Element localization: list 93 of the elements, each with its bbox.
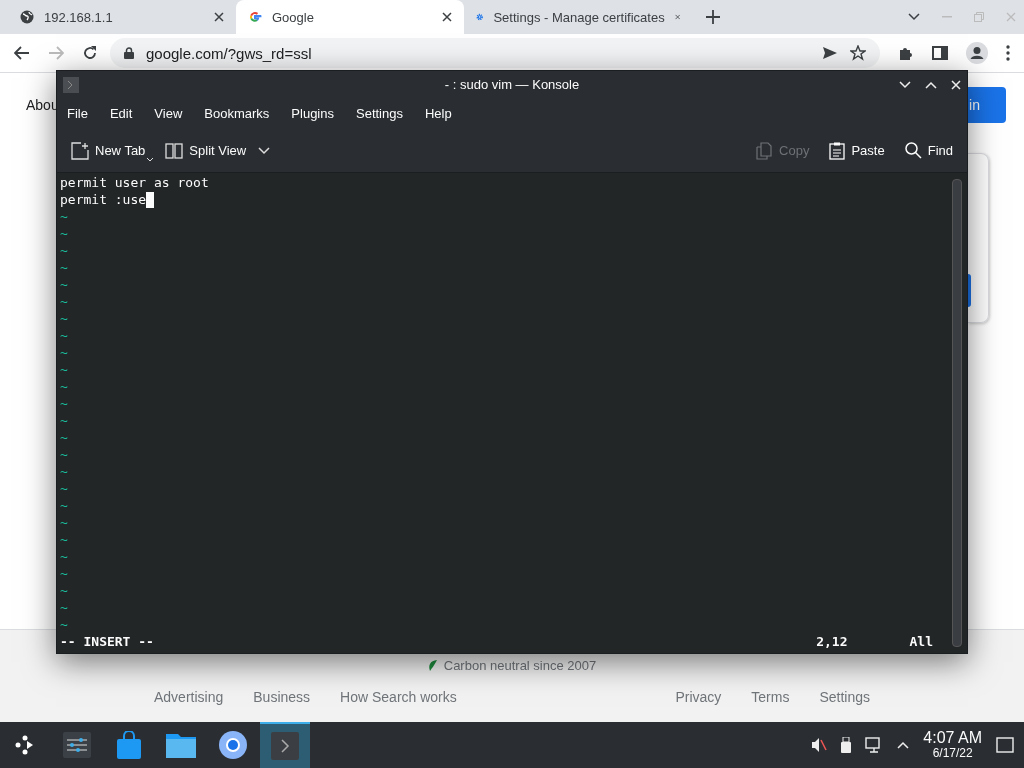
empty-line-tilde: ~	[60, 497, 68, 514]
tab-title: Settings - Manage certificates	[493, 9, 665, 25]
leaf-icon	[427, 659, 438, 672]
more-icon[interactable]	[1006, 45, 1010, 61]
menu-item[interactable]: Plugins	[291, 106, 334, 122]
empty-line-tilde: ~	[60, 412, 68, 429]
reload-icon[interactable]	[82, 45, 98, 61]
google-g-icon	[248, 10, 262, 24]
lock-icon	[124, 47, 134, 59]
empty-line-tilde: ~	[60, 276, 68, 293]
footer-link[interactable]: Privacy	[675, 689, 722, 705]
empty-line-tilde: ~	[60, 395, 68, 412]
sign-in-button[interactable]: in	[968, 87, 1006, 123]
empty-line-tilde: ~	[60, 480, 68, 497]
terminal-icon	[63, 76, 79, 93]
search-icon	[904, 142, 922, 160]
new-tab-button[interactable]: New Tab	[65, 137, 152, 164]
split-view-button[interactable]: Split View	[159, 137, 253, 164]
send-icon[interactable]	[822, 46, 838, 60]
empty-line-tilde: ~	[60, 259, 68, 276]
plus-icon[interactable]	[706, 10, 720, 24]
footer-link[interactable]: Terms	[751, 689, 790, 705]
profile-icon[interactable]	[966, 42, 988, 64]
back-arrow-icon[interactable]	[14, 46, 30, 60]
cursor-position: 2,12	[816, 634, 848, 649]
footer-link[interactable]: How Search works	[340, 689, 457, 705]
empty-line-tilde: ~	[60, 565, 68, 582]
browser-tab[interactable]: Settings - Manage certificates	[464, 0, 692, 34]
empty-line-tilde: ~	[60, 548, 68, 565]
star-icon[interactable]	[850, 45, 866, 61]
empty-line-tilde: ~	[60, 361, 68, 378]
menu-item[interactable]: Edit	[109, 106, 133, 122]
empty-line-tilde: ~	[60, 242, 68, 259]
chevron-up-icon[interactable]	[925, 80, 937, 89]
empty-line-tilde: ~	[60, 208, 68, 225]
carbon-note: Carbon neutral since 2007	[443, 658, 597, 673]
globe-icon	[20, 10, 34, 24]
puzzle-icon[interactable]	[898, 45, 914, 61]
footer-link[interactable]: Business	[253, 689, 311, 705]
sliders-icon	[63, 732, 91, 758]
browser-icon	[218, 730, 248, 760]
side-panel-icon[interactable]	[932, 45, 948, 61]
address-field[interactable]: google.com/?gws_rd=ssl	[110, 38, 880, 68]
empty-line-tilde: ~	[60, 327, 68, 344]
empty-line-tilde: ~	[60, 446, 68, 463]
menu-item[interactable]: File	[67, 106, 88, 122]
empty-line-tilde: ~	[60, 344, 68, 361]
footer-link[interactable]: Advertising	[154, 689, 224, 705]
muted-speaker-icon[interactable]	[811, 737, 828, 753]
empty-line-tilde: ~	[60, 429, 68, 446]
close-icon[interactable]	[214, 12, 224, 22]
shopping-bag-icon	[116, 731, 142, 759]
copy-icon	[755, 141, 774, 160]
window-title: - : sudo vim — Konsole	[444, 77, 580, 93]
empty-line-tilde: ~	[60, 582, 68, 599]
usb-drive-icon[interactable]	[841, 737, 852, 753]
terminal-icon	[271, 732, 299, 760]
empty-line-tilde: ~	[60, 463, 68, 480]
terminal-taskbar-button[interactable]	[260, 722, 310, 768]
footer-link[interactable]: Settings	[819, 689, 870, 705]
scroll-position: All	[909, 634, 933, 649]
chevron-up-icon[interactable]	[897, 741, 910, 749]
menu-item[interactable]: Bookmarks	[204, 106, 270, 122]
empty-line-tilde: ~	[60, 293, 68, 310]
caret-icon	[147, 157, 153, 162]
close-icon[interactable]	[442, 12, 452, 22]
clock[interactable]: 4:07 AM 6/17/22	[923, 730, 982, 760]
scrollbar[interactable]	[952, 179, 962, 647]
chevron-down-icon[interactable]	[908, 13, 920, 21]
terminal-line: permit user as root	[60, 174, 209, 191]
mode-indicator: -- INSERT --	[60, 634, 154, 649]
show-desktop-icon[interactable]	[996, 737, 1014, 753]
clipboard-icon	[829, 141, 846, 160]
empty-line-tilde: ~	[60, 514, 68, 531]
split-view-icon	[165, 141, 184, 160]
tab-title: 192.168.1.1	[44, 9, 114, 25]
terminal-line: permit :use	[60, 191, 147, 208]
empty-line-tilde: ~	[60, 310, 68, 327]
menu-item[interactable]: Settings	[356, 106, 403, 122]
browser-tab[interactable]: Google	[236, 0, 464, 34]
menu-item[interactable]: Help	[424, 106, 452, 122]
find-button[interactable]: Find	[898, 138, 959, 164]
browser-tab[interactable]: 192.168.1.1	[8, 0, 236, 34]
empty-line-tilde: ~	[60, 225, 68, 242]
paste-button[interactable]: Paste	[823, 137, 891, 164]
empty-line-tilde: ~	[60, 599, 68, 616]
folder-icon	[166, 732, 196, 758]
new-tab-icon	[71, 141, 89, 160]
empty-line-tilde: ~	[60, 378, 68, 395]
empty-line-tilde: ~	[60, 531, 68, 548]
menu-item[interactable]: View	[154, 106, 183, 122]
empty-line-tilde: ~	[60, 616, 68, 633]
tab-title: Google	[272, 9, 315, 25]
